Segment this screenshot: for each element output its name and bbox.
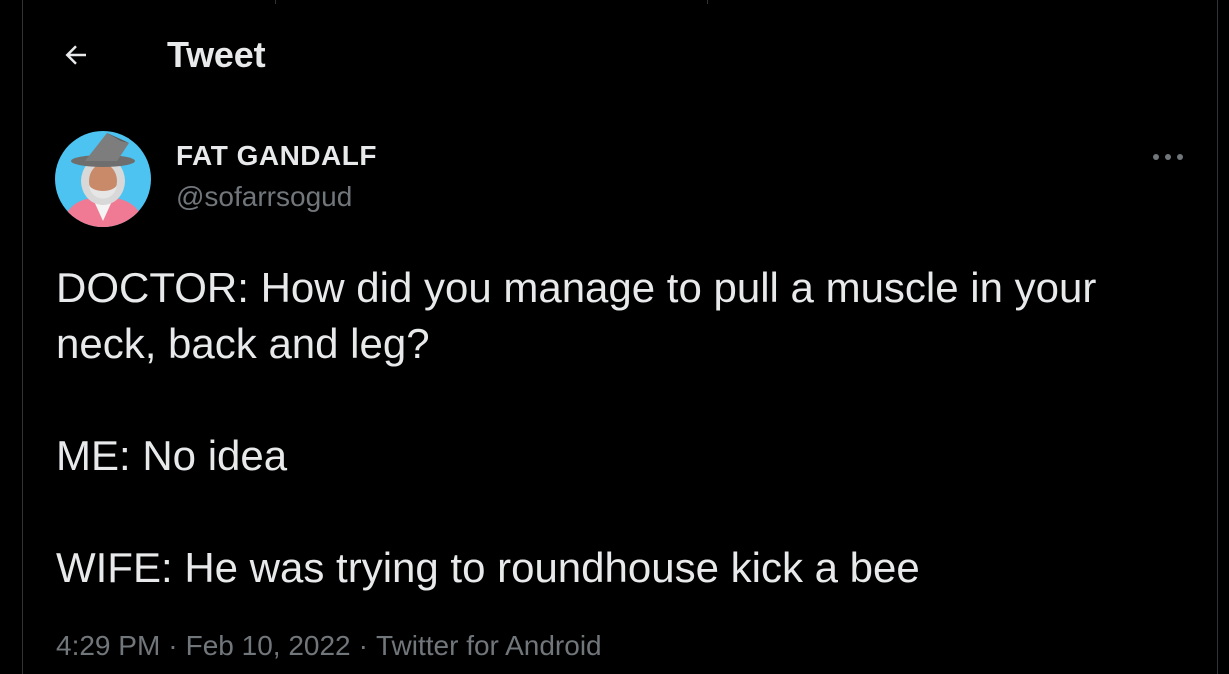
tweet-line: ME: No idea — [56, 432, 288, 479]
meta-separator: · — [168, 630, 178, 661]
tweet-date[interactable]: Feb 10, 2022 — [186, 630, 351, 661]
author-handle[interactable]: @sofarrsogud — [176, 180, 352, 214]
tweet-source[interactable]: Twitter for Android — [376, 630, 602, 661]
tweet-metadata: 4:29 PM · Feb 10, 2022 · Twitter for Android — [56, 626, 602, 666]
avatar-image — [55, 131, 151, 227]
arrow-left-icon — [65, 45, 86, 65]
meta-separator: · — [358, 630, 368, 661]
more-options-button[interactable] — [1146, 140, 1190, 174]
tweet-text: DOCTOR: How did you manage to pull a mus… — [56, 260, 1196, 596]
more-horizontal-icon — [1153, 154, 1183, 160]
page-header: Tweet — [0, 0, 1229, 110]
back-button[interactable] — [52, 34, 100, 76]
avatar[interactable] — [55, 131, 151, 227]
tweet-line: DOCTOR: How did you manage to pull a mus… — [56, 264, 1097, 367]
author-display-name[interactable]: FAT GANDALF — [176, 139, 377, 173]
tweet-line: WIFE: He was trying to roundhouse kick a… — [56, 544, 920, 591]
page-title: Tweet — [167, 34, 266, 75]
tweet-time[interactable]: 4:29 PM — [56, 630, 160, 661]
